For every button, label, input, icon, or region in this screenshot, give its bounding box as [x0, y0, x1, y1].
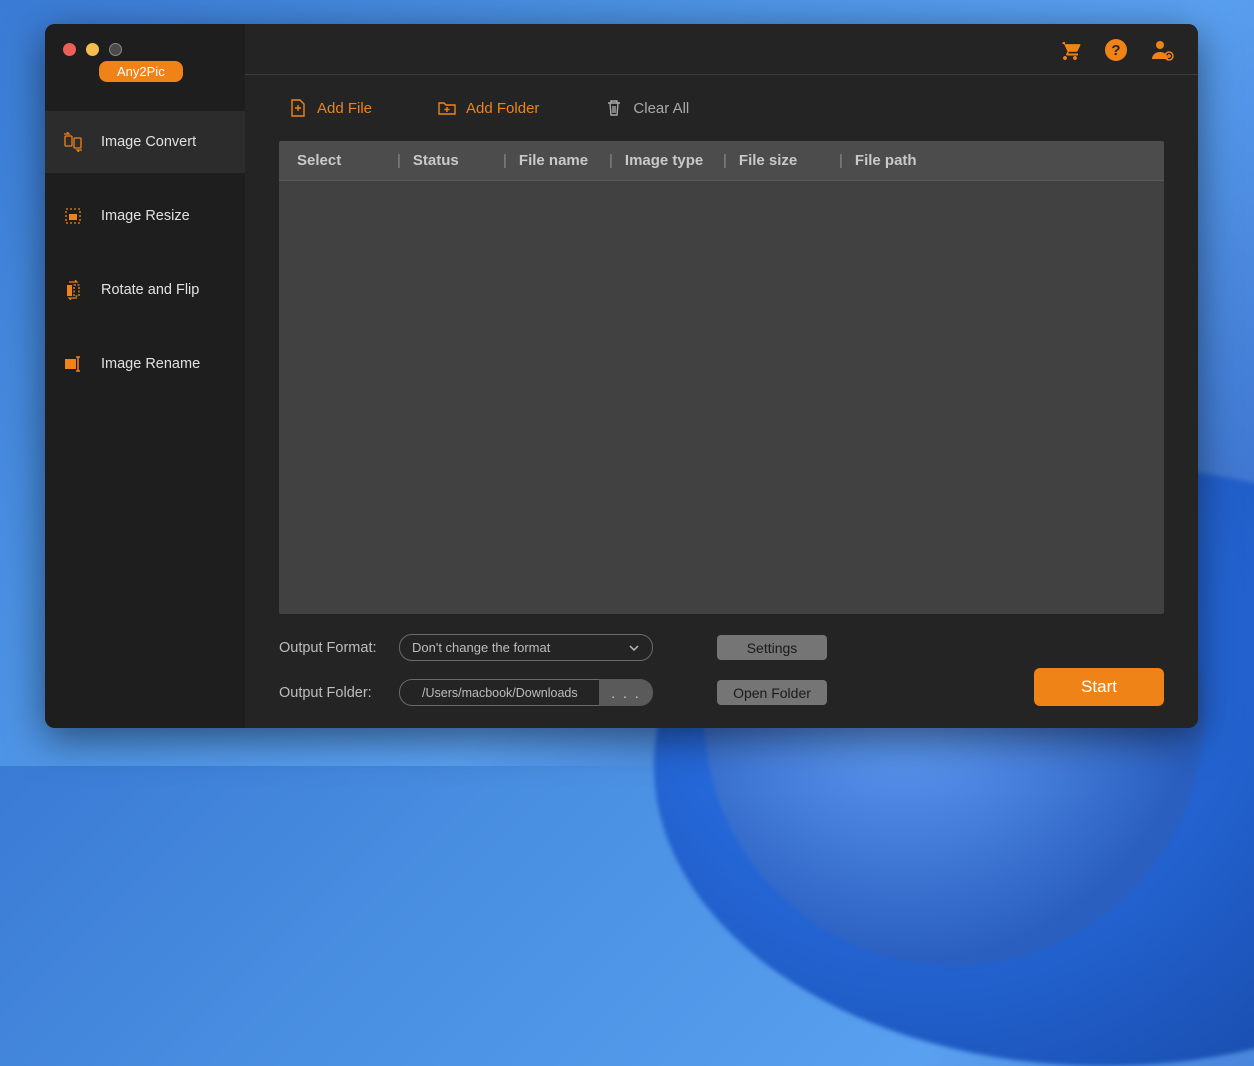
add-folder-label: Add Folder [466, 100, 539, 117]
minimize-window-button[interactable] [86, 43, 99, 56]
th-file-path: File path [827, 152, 917, 169]
browse-folder-button[interactable]: . . . [599, 679, 653, 706]
sidebar-item-label: Rotate and Flip [101, 282, 199, 298]
sidebar-item-image-resize[interactable]: Image Resize [45, 185, 245, 247]
sidebar-item-label: Image Resize [101, 208, 190, 224]
settings-button[interactable]: Settings [717, 635, 827, 660]
th-image-type: Image type [597, 152, 711, 169]
add-file-button[interactable]: Add File [289, 99, 372, 117]
add-folder-icon [438, 99, 456, 117]
th-file-name: File name [491, 152, 597, 169]
header-actions: ? [1058, 24, 1174, 75]
trash-icon [605, 99, 623, 117]
bottom-controls: Output Format: Don't change the format S… [279, 614, 1164, 706]
main-panel: Add File Add Folder Clear All S [245, 75, 1198, 728]
th-status: Status [385, 152, 491, 169]
sidebar: Image Convert Image Resize Rotate and Fl… [45, 75, 245, 728]
add-user-icon[interactable] [1150, 38, 1174, 62]
cart-icon[interactable] [1058, 38, 1082, 62]
file-table: Select Status File name Image type File … [279, 141, 1164, 614]
output-format-value: Don't change the format [412, 640, 550, 655]
clear-all-button[interactable]: Clear All [605, 99, 689, 117]
th-select: Select [297, 152, 385, 169]
image-convert-icon [63, 132, 83, 152]
help-icon[interactable]: ? [1104, 38, 1128, 62]
image-resize-icon [63, 206, 83, 226]
svg-text:?: ? [1111, 42, 1120, 59]
output-folder-input[interactable]: /Users/macbook/Downloads [399, 679, 599, 706]
sidebar-item-label: Image Convert [101, 134, 196, 150]
add-file-label: Add File [317, 100, 372, 117]
toolbar: Add File Add Folder Clear All [279, 75, 1164, 141]
sidebar-item-rotate-flip[interactable]: Rotate and Flip [45, 259, 245, 321]
maximize-window-button[interactable] [109, 43, 122, 56]
app-window: ? Any2Pic Image Convert Image Resize [45, 24, 1198, 728]
rotate-flip-icon [63, 280, 83, 300]
output-folder-label: Output Folder: [279, 685, 379, 701]
table-body-empty [279, 181, 1164, 614]
th-file-size: File size [711, 152, 827, 169]
add-folder-button[interactable]: Add Folder [438, 99, 539, 117]
title-bar: ? [45, 24, 1198, 75]
clear-all-label: Clear All [633, 100, 689, 117]
sidebar-item-image-convert[interactable]: Image Convert [45, 111, 245, 173]
image-rename-icon [63, 354, 83, 374]
table-header-row: Select Status File name Image type File … [279, 141, 1164, 181]
add-file-icon [289, 99, 307, 117]
close-window-button[interactable] [63, 43, 76, 56]
sidebar-item-label: Image Rename [101, 356, 200, 372]
chevron-down-icon [628, 642, 640, 654]
output-format-select[interactable]: Don't change the format [399, 634, 653, 661]
sidebar-item-image-rename[interactable]: Image Rename [45, 333, 245, 395]
app-name-badge: Any2Pic [99, 61, 183, 82]
output-format-label: Output Format: [279, 640, 379, 656]
start-button[interactable]: Start [1034, 668, 1164, 706]
open-folder-button[interactable]: Open Folder [717, 680, 827, 705]
output-folder-value: /Users/macbook/Downloads [422, 686, 578, 700]
